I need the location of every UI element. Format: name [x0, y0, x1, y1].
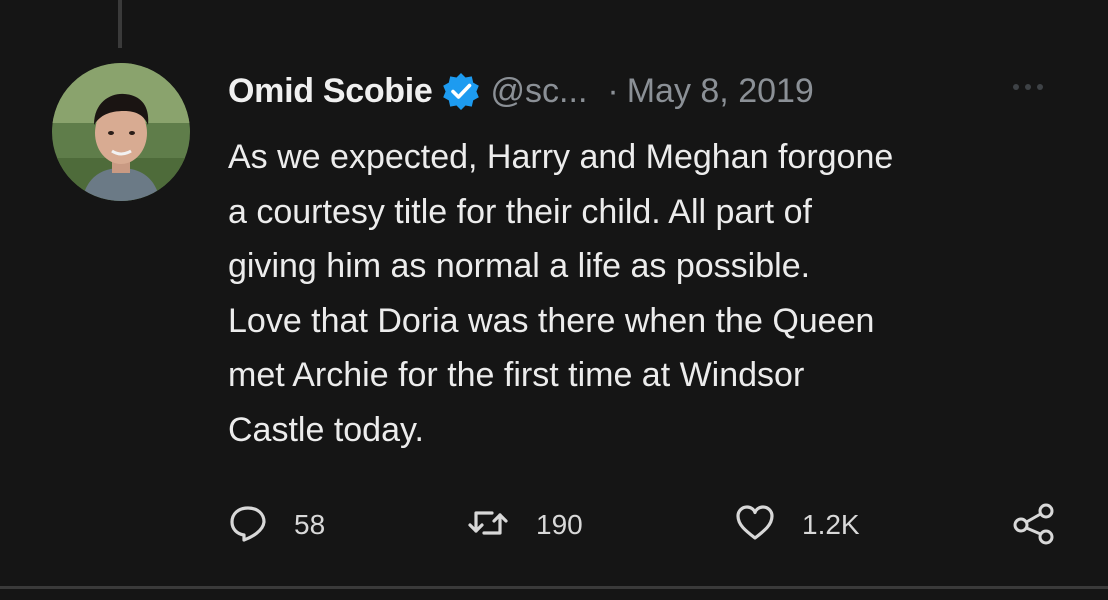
retweet-button[interactable]: 190	[466, 500, 583, 550]
tweet-date[interactable]: May 8, 2019	[627, 72, 814, 111]
reply-count: 58	[294, 509, 326, 540]
heart-icon	[734, 503, 776, 548]
thread-connector-line	[118, 0, 122, 48]
more-options-icon[interactable]	[1008, 72, 1048, 102]
retweet-count: 190	[536, 509, 583, 540]
reply-button[interactable]: 58	[228, 500, 325, 550]
verified-badge-icon	[441, 71, 481, 111]
author-name[interactable]: Omid Scobie	[228, 72, 433, 111]
share-icon	[1012, 501, 1056, 550]
share-button[interactable]	[1012, 500, 1056, 550]
avatar-image	[52, 63, 190, 201]
tweet-divider	[0, 586, 1108, 589]
tweet-header: Omid Scobie @sc... · May 8, 2019	[228, 66, 1068, 116]
tweet-text: As we expected, Harry and Meghan forgone…	[228, 138, 894, 449]
tweet-actions: 58 190 1.2K	[228, 500, 1068, 550]
reply-icon	[228, 503, 268, 548]
header-separator: ·	[607, 71, 619, 110]
retweet-icon	[466, 503, 510, 548]
author-handle[interactable]: @sc...	[491, 72, 588, 111]
like-count: 1.2K	[802, 509, 860, 540]
avatar[interactable]	[52, 63, 190, 201]
like-button[interactable]: 1.2K	[734, 500, 860, 550]
